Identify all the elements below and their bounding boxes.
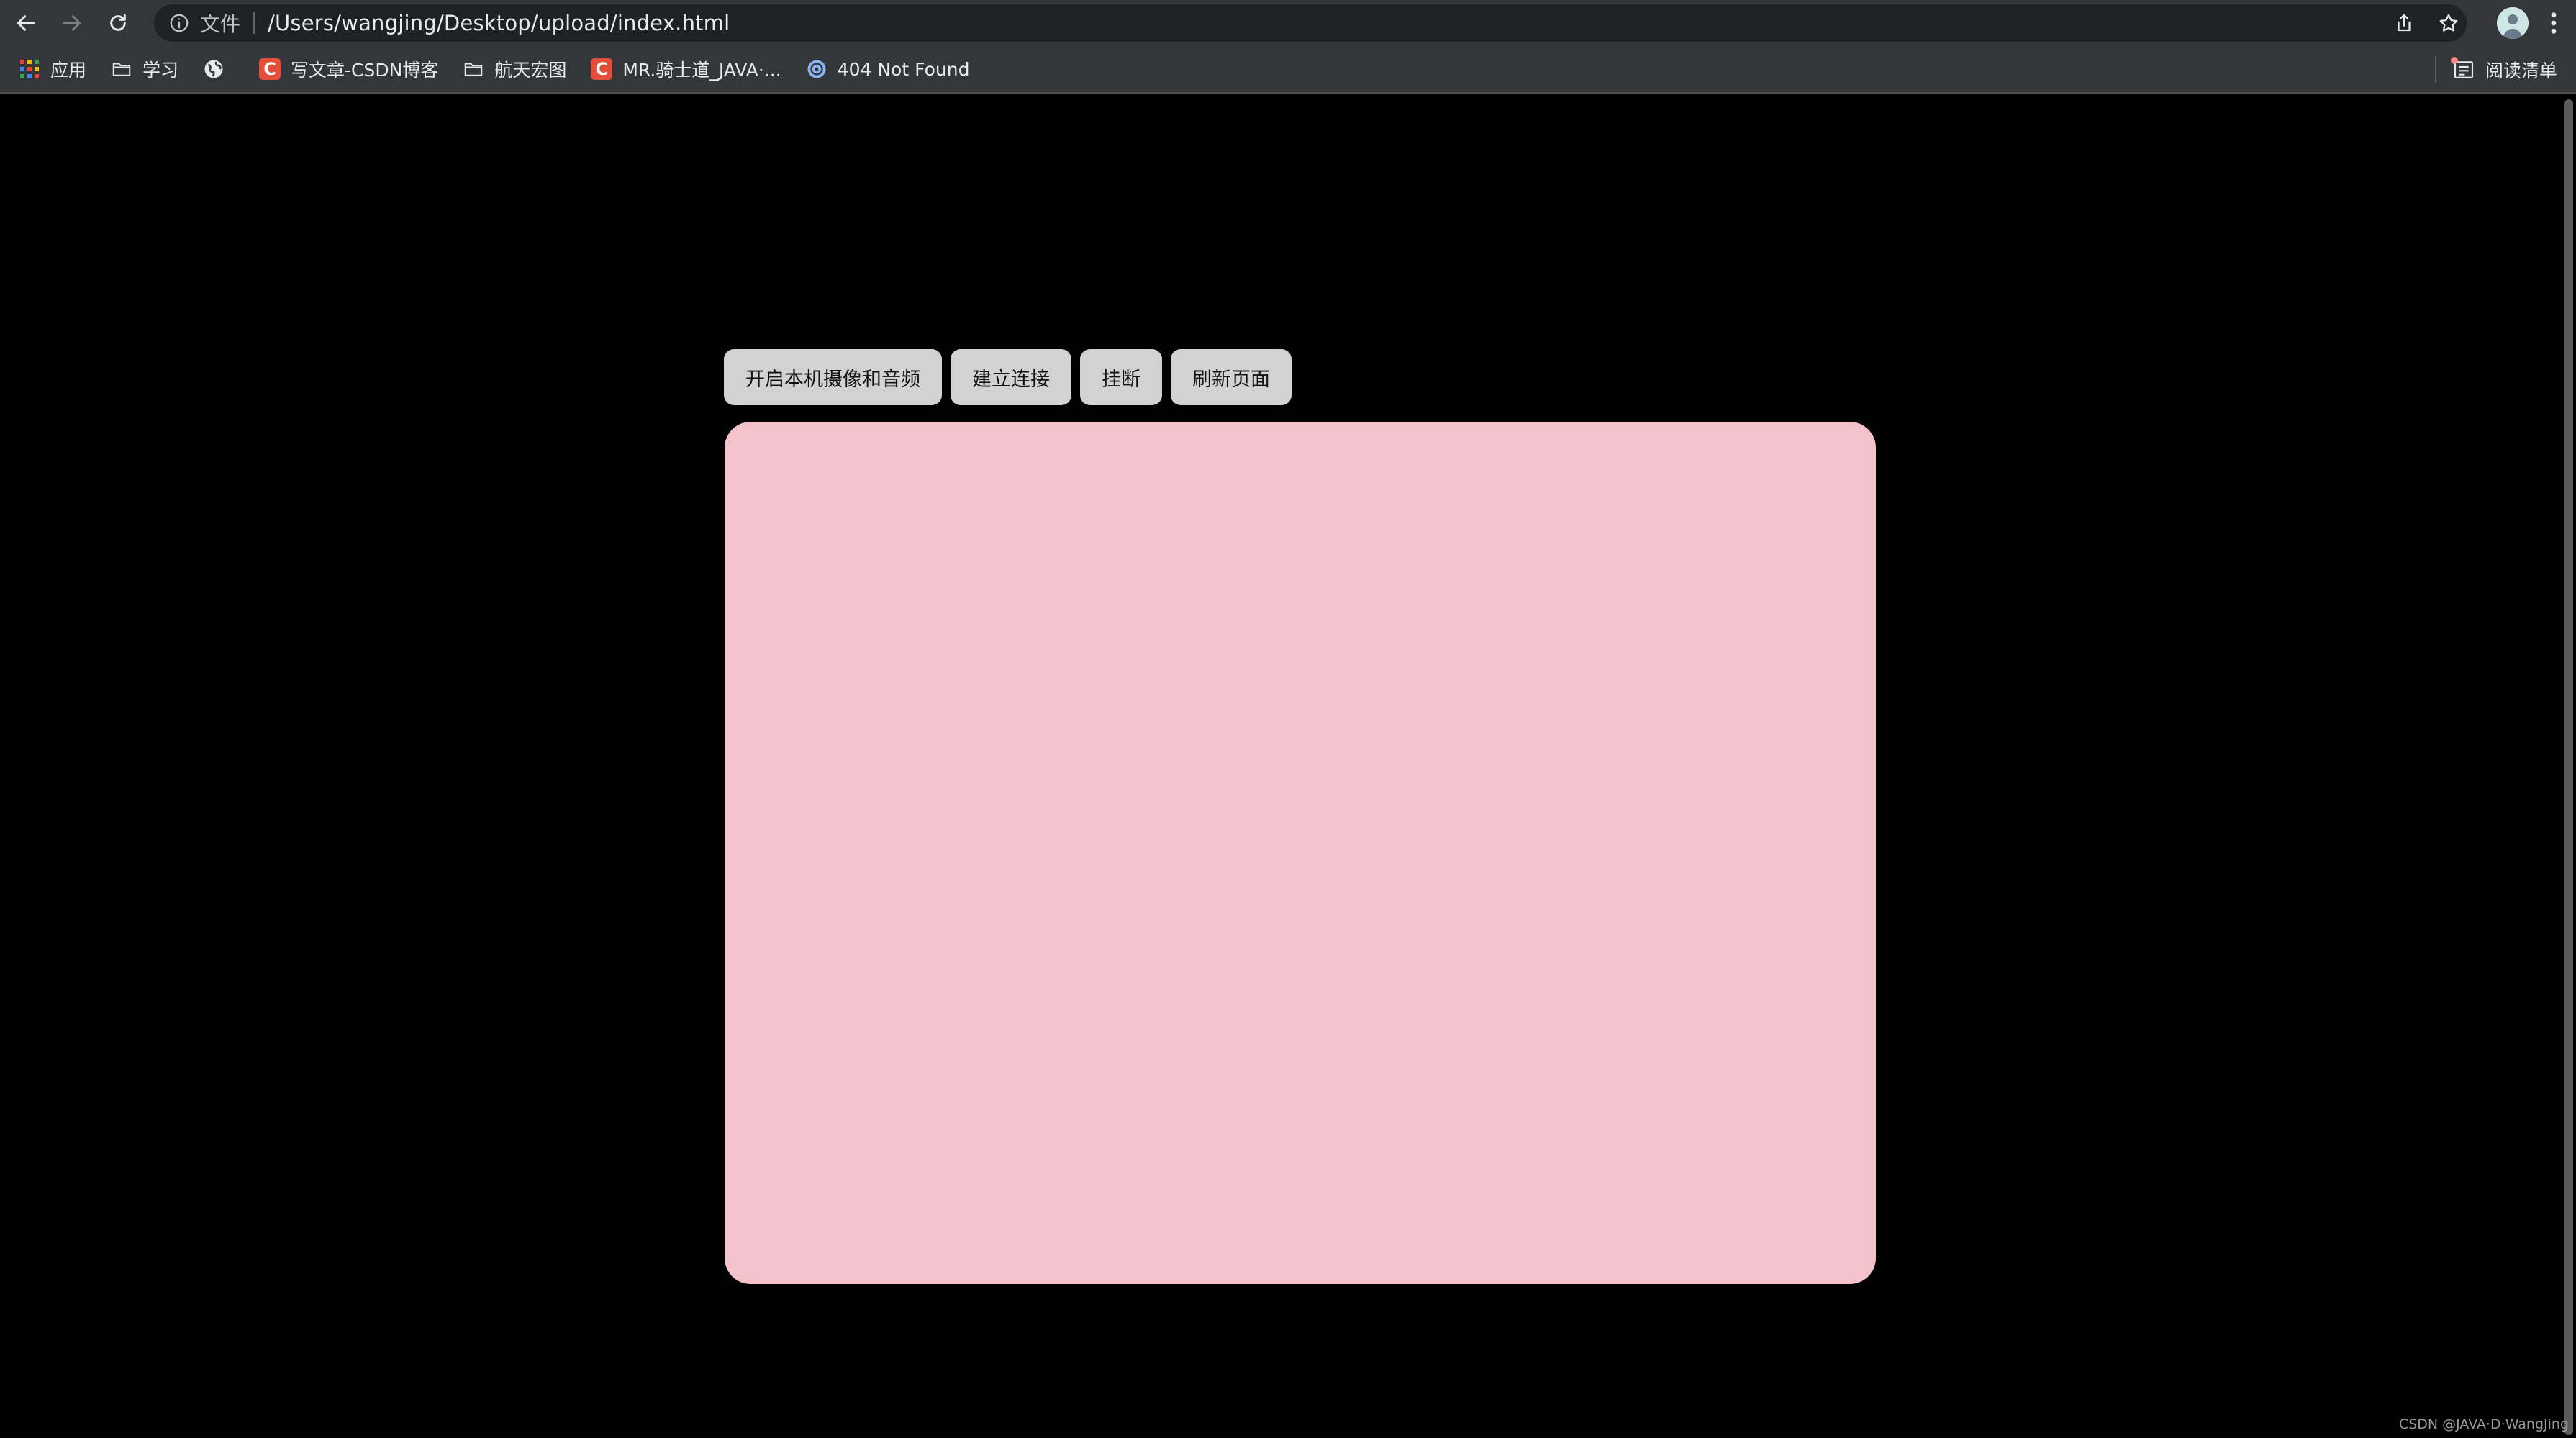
- video-container: [725, 422, 1876, 1284]
- page-viewport: 开启本机摄像和音频 建立连接 挂断 刷新页面 CSDN @JAVA·D·Wang…: [0, 95, 2576, 1438]
- hangup-button[interactable]: 挂断: [1080, 349, 1162, 405]
- bookmark-404[interactable]: 404 Not Found: [806, 52, 979, 86]
- share-icon[interactable]: [2393, 12, 2415, 34]
- bookmark-star-icon[interactable]: [2438, 12, 2459, 34]
- bookmark-label: MR.骑士道_JAVA·...: [622, 60, 781, 81]
- profile-avatar[interactable]: [2497, 7, 2529, 39]
- address-bar[interactable]: 文件 /Users/wangjing/Desktop/upload/index.…: [154, 4, 2467, 42]
- folder-icon: [111, 58, 132, 80]
- bookmark-csdn-write[interactable]: C 写文章-CSDN博客: [259, 52, 447, 86]
- back-button[interactable]: [6, 3, 46, 43]
- address-divider: [253, 12, 255, 34]
- bookmark-hangtian-folder[interactable]: 航天宏图: [463, 52, 575, 86]
- browser-toolbar: 文件 /Users/wangjing/Desktop/upload/index.…: [0, 0, 2576, 46]
- url-scheme-label: 文件: [200, 12, 241, 36]
- page-scrollbar[interactable]: [2564, 99, 2573, 1435]
- more-menu-icon[interactable]: [2550, 11, 2557, 35]
- refresh-page-button[interactable]: 刷新页面: [1171, 349, 1292, 405]
- bookmark-label: 学习: [142, 60, 179, 81]
- bookmark-apps[interactable]: 应用: [19, 52, 95, 86]
- bookmark-label: 应用: [50, 60, 87, 81]
- reading-list-badge: [2450, 57, 2458, 64]
- bookmark-label: 航天宏图: [494, 60, 567, 81]
- avatar-icon: [2497, 7, 2529, 39]
- bookmarks-divider: [2434, 57, 2436, 83]
- globe-icon: [203, 58, 225, 80]
- address-actions: [2393, 4, 2459, 42]
- csdn-icon: C: [259, 58, 281, 80]
- control-buttons: 开启本机摄像和音频 建立连接 挂断 刷新页面: [724, 349, 1292, 405]
- reading-list[interactable]: 阅读清单: [2434, 53, 2557, 87]
- url-text[interactable]: /Users/wangjing/Desktop/upload/index.htm…: [268, 11, 730, 35]
- forward-button[interactable]: [52, 3, 92, 43]
- bookmark-study-folder[interactable]: 学习: [111, 52, 187, 86]
- reading-list-icon: [2450, 57, 2475, 81]
- bookmark-label: 404 Not Found: [837, 58, 970, 80]
- reading-list-label: 阅读清单: [2485, 60, 2557, 81]
- reload-button[interactable]: [98, 3, 138, 43]
- open-camera-audio-button[interactable]: 开启本机摄像和音频: [724, 349, 942, 405]
- arrow-right-icon: [63, 15, 81, 31]
- toolbar-right: [2475, 0, 2576, 46]
- info-icon[interactable]: [168, 12, 190, 34]
- csdn-letter: C: [591, 58, 613, 80]
- bookmarks-bar: 应用 学习 C 写文章-CSDN博客 航天宏图 C MR.骑士道_JAVA·..…: [0, 46, 2576, 94]
- bookmark-globe[interactable]: [203, 52, 243, 86]
- csdn-icon: C: [591, 58, 613, 80]
- arrow-left-icon: [17, 15, 35, 31]
- bookmark-label: 写文章-CSDN博客: [291, 60, 439, 81]
- reload-icon: [110, 14, 126, 31]
- csdn-letter: C: [259, 58, 281, 80]
- folder-icon: [463, 58, 484, 80]
- csdn-watermark: CSDN @JAVA·D·WangJing: [2398, 1416, 2569, 1432]
- connect-button[interactable]: 建立连接: [951, 349, 1071, 405]
- gear-badge-icon: [806, 58, 827, 80]
- apps-grid-icon: [19, 58, 40, 80]
- bookmark-csdn-java[interactable]: C MR.骑士道_JAVA·...: [591, 52, 789, 86]
